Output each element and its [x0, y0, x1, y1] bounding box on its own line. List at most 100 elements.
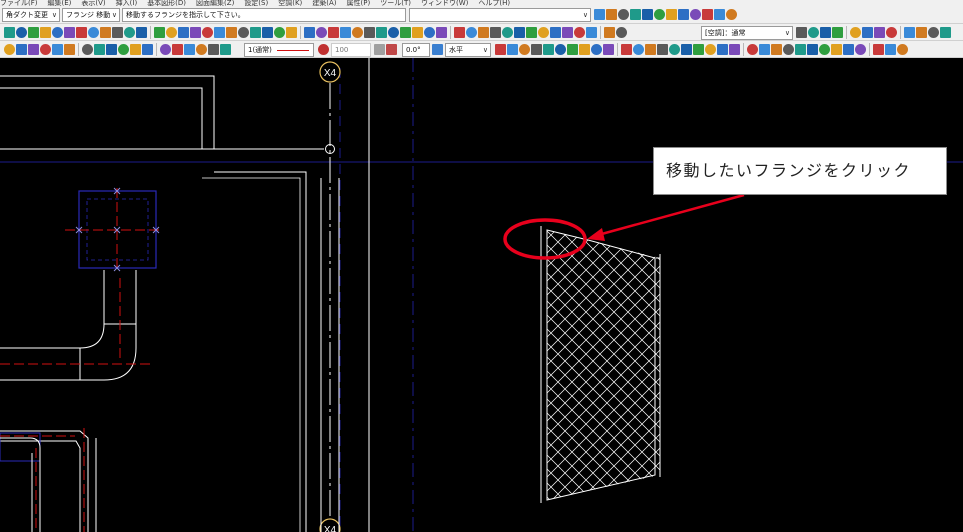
tool-icon[interactable] [591, 44, 602, 55]
tool-icon[interactable] [502, 27, 513, 38]
tool-icon[interactable] [52, 27, 63, 38]
tool-icon[interactable] [160, 44, 171, 55]
tool-icon[interactable] [543, 44, 554, 55]
tool-icon[interactable] [214, 27, 225, 38]
system-select[interactable]: [空調]：通常 ∨ [701, 26, 793, 40]
tool-icon[interactable] [454, 27, 465, 38]
tool-icon[interactable] [184, 44, 195, 55]
direction-select[interactable]: 水平 ∨ [445, 43, 491, 57]
tool-icon[interactable] [669, 44, 680, 55]
tool-icon[interactable] [424, 27, 435, 38]
tool-icon[interactable] [678, 9, 689, 20]
tool-icon[interactable] [916, 27, 927, 38]
tool-icon[interactable] [747, 44, 758, 55]
tool-icon[interactable] [555, 44, 566, 55]
tool-icon[interactable] [616, 27, 627, 38]
tool-icon[interactable] [862, 27, 873, 38]
tool-icon[interactable] [316, 27, 327, 38]
tool-icon[interactable] [693, 44, 704, 55]
tool-icon[interactable] [250, 27, 261, 38]
tool-icon[interactable] [436, 27, 447, 38]
tool-icon[interactable] [855, 44, 866, 55]
tool-icon[interactable] [4, 27, 15, 38]
tool-icon[interactable] [717, 44, 728, 55]
tool-icon[interactable] [82, 44, 93, 55]
linestyle-select[interactable]: 1(通常) [244, 43, 314, 57]
tool-icon[interactable] [771, 44, 782, 55]
tool-icon[interactable] [873, 44, 884, 55]
tool-icon[interactable] [208, 44, 219, 55]
tool-icon[interactable] [567, 44, 578, 55]
tool-icon[interactable] [118, 44, 129, 55]
tool-icon[interactable] [633, 44, 644, 55]
tool-icon[interactable] [538, 27, 549, 38]
tool-icon[interactable] [202, 27, 213, 38]
tool-icon[interactable] [142, 44, 153, 55]
tool-icon[interactable] [88, 27, 99, 38]
angle-field[interactable]: 0.0° [402, 43, 430, 57]
tool-icon[interactable] [807, 44, 818, 55]
tool-icon[interactable] [654, 9, 665, 20]
tool-icon[interactable] [112, 27, 123, 38]
tool-icon[interactable] [514, 27, 525, 38]
tool-icon[interactable] [621, 44, 632, 55]
tool-icon[interactable] [364, 27, 375, 38]
tool-icon[interactable] [286, 27, 297, 38]
tool-icon[interactable] [196, 44, 207, 55]
tool-icon[interactable] [136, 27, 147, 38]
tool-icon[interactable] [166, 27, 177, 38]
tool-icon[interactable] [843, 44, 854, 55]
opacity-field[interactable]: 100 [331, 43, 371, 57]
tool-icon[interactable] [304, 27, 315, 38]
tool-icon[interactable] [690, 9, 701, 20]
tool-icon[interactable] [124, 27, 135, 38]
angle-icon[interactable] [374, 44, 385, 55]
tool-icon[interactable] [940, 27, 951, 38]
tool-icon[interactable] [904, 27, 915, 38]
tool-icon[interactable] [226, 27, 237, 38]
tool-icon[interactable] [531, 44, 542, 55]
tool-icon[interactable] [16, 27, 27, 38]
tool-icon[interactable] [819, 44, 830, 55]
tool-icon[interactable] [262, 27, 273, 38]
tool-icon[interactable] [526, 27, 537, 38]
tool-icon[interactable] [666, 9, 677, 20]
tool-icon[interactable] [820, 27, 831, 38]
tool-icon[interactable] [618, 9, 629, 20]
tool-icon[interactable] [831, 44, 842, 55]
drawing-canvas[interactable]: X4 X4 移動したいフランジをクリック [0, 58, 963, 532]
tool-icon[interactable] [726, 9, 737, 20]
tool-icon[interactable] [220, 44, 231, 55]
tool-icon[interactable] [874, 27, 885, 38]
tool-icon[interactable] [885, 44, 896, 55]
tool-icon[interactable] [886, 27, 897, 38]
tool-icon[interactable] [412, 27, 423, 38]
tool-icon[interactable] [594, 9, 605, 20]
tool-icon[interactable] [154, 27, 165, 38]
tool-icon[interactable] [574, 27, 585, 38]
tool-icon[interactable] [642, 9, 653, 20]
tool-icon[interactable] [172, 44, 183, 55]
tool-icon[interactable] [714, 9, 725, 20]
tool-icon[interactable] [630, 9, 641, 20]
category-select[interactable]: 角ダクト変更 ∨ [2, 8, 60, 22]
tool-icon[interactable] [928, 27, 939, 38]
tool-icon[interactable] [76, 27, 87, 38]
tool-icon[interactable] [850, 27, 861, 38]
rotate-icon[interactable] [386, 44, 397, 55]
tool-icon[interactable] [376, 27, 387, 38]
tool-icon[interactable] [796, 27, 807, 38]
tool-icon[interactable] [897, 44, 908, 55]
color-icon[interactable] [318, 44, 329, 55]
tool-icon[interactable] [16, 44, 27, 55]
tool-icon[interactable] [645, 44, 656, 55]
tool-icon[interactable] [705, 44, 716, 55]
tool-icon[interactable] [478, 27, 489, 38]
tool-icon[interactable] [507, 44, 518, 55]
tool-icon[interactable] [328, 27, 339, 38]
tool-icon[interactable] [28, 27, 39, 38]
tool-icon[interactable] [586, 27, 597, 38]
tool-icon[interactable] [190, 27, 201, 38]
tool-icon[interactable] [106, 44, 117, 55]
command-input[interactable]: ∨ [409, 8, 591, 22]
